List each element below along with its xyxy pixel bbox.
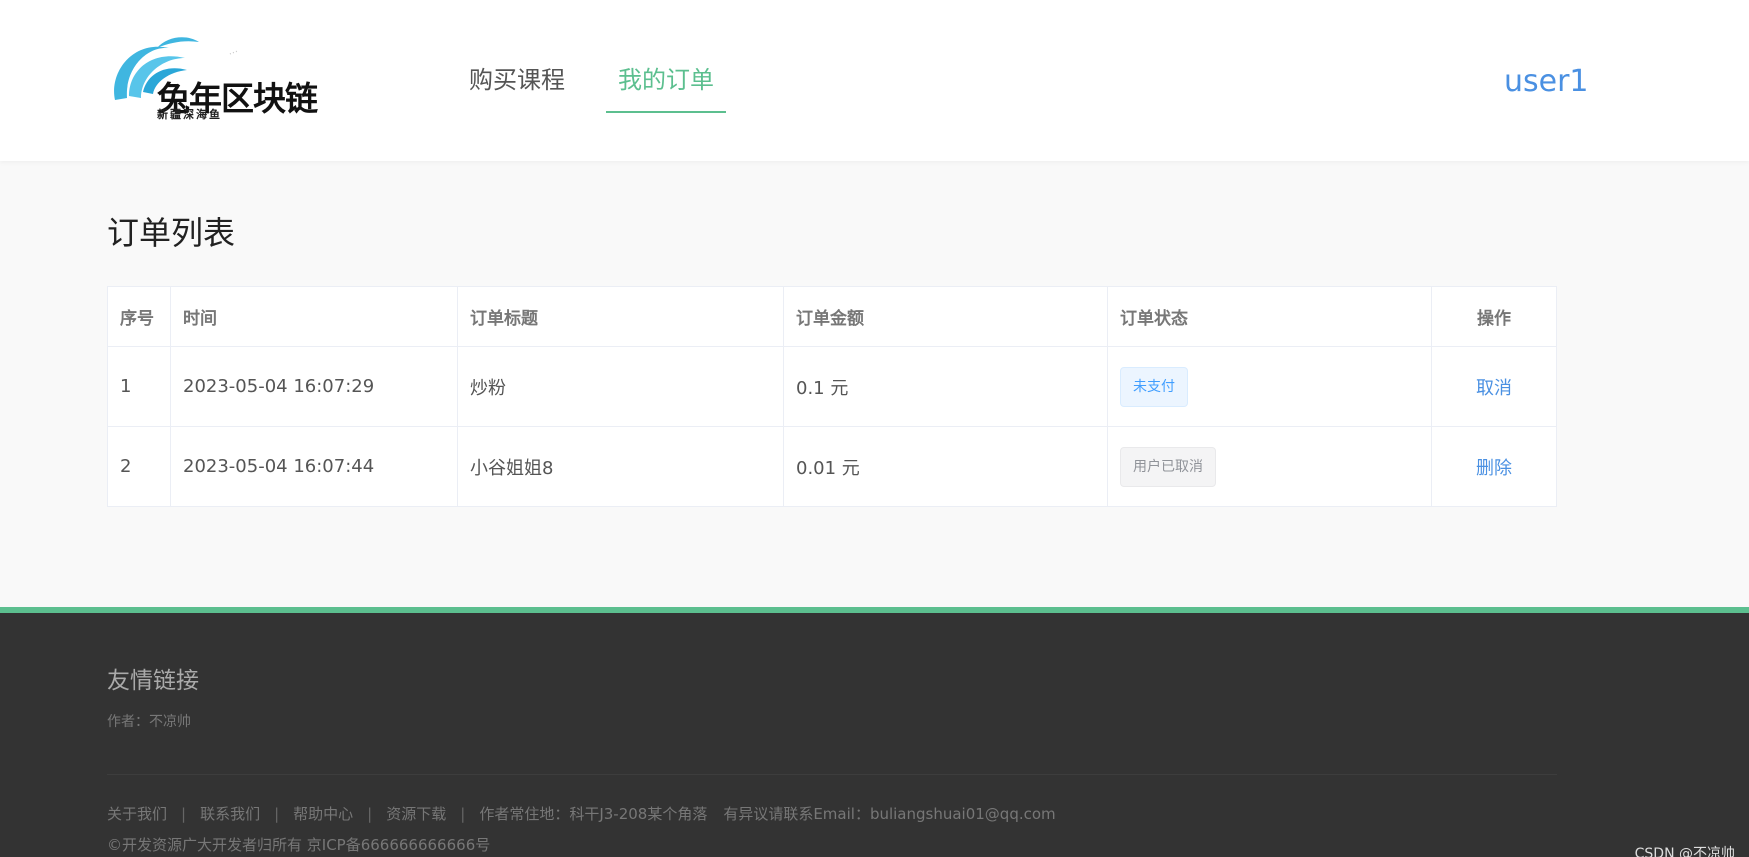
cell-time: 2023-05-04 16:07:44 (170, 426, 458, 507)
orders-table: 序号 时间 订单标题 订单金额 订单状态 操作 1 2023-05-04 16:… (107, 286, 1557, 507)
cell-action: 取消 (1431, 346, 1557, 427)
separator: | (274, 804, 280, 823)
col-status: 订单状态 (1107, 286, 1432, 347)
cell-title: 炒粉 (457, 346, 784, 427)
separator: | (181, 804, 187, 823)
footer-link-about[interactable]: 关于我们 (107, 803, 167, 824)
user-name[interactable]: user1 (1504, 64, 1589, 99)
cell-amount: 0.01 元 (783, 426, 1108, 507)
footer-title: 友情链接 (107, 668, 199, 694)
cancel-order-link[interactable]: 取消 (1476, 378, 1512, 399)
separator: | (460, 804, 466, 823)
status-badge: 用户已取消 (1120, 446, 1216, 487)
separator: | (367, 804, 373, 823)
cell-title: 小谷姐姐8 (457, 426, 784, 507)
footer: 友情链接 作者：不凉帅 关于我们 | 联系我们 | 帮助中心 | 资源下载 | … (0, 607, 1749, 857)
col-amount: 订单金额 (783, 286, 1108, 347)
footer-email: 有异议请联系Email：buliangshuai01@qq.com (723, 805, 1056, 823)
table-row: 2 2023-05-04 16:07:44 小谷姐姐8 0.01 元 用户已取消… (107, 426, 1557, 507)
footer-author: 作者：不凉帅 (107, 714, 191, 730)
cell-action: 删除 (1431, 426, 1557, 507)
footer-divider (107, 774, 1557, 775)
cell-status: 未支付 (1107, 346, 1432, 427)
logo-subtext: 新疆深海鱼 (157, 108, 222, 121)
cell-index: 2 (107, 426, 171, 507)
csdn-watermark: CSDN @不凉帅 (1634, 846, 1735, 857)
footer-link-help[interactable]: 帮助中心 (293, 803, 353, 824)
footer-address: 作者常住地：科干J3-208某个角落 (479, 805, 708, 823)
table-header-row: 序号 时间 订单标题 订单金额 订单状态 操作 (107, 286, 1557, 347)
footer-link-contact[interactable]: 联系我们 (200, 803, 260, 824)
footer-copyright: ©开发资源广大开发者归所有 京ICP备666666666666号 (107, 836, 491, 854)
nav-buy-courses[interactable]: 购买课程 (469, 60, 565, 95)
cell-index: 1 (107, 346, 171, 427)
logo[interactable]: ··· 兔年区块链 新疆深海鱼 (107, 28, 329, 128)
table-row: 1 2023-05-04 16:07:29 炒粉 0.1 元 未支付 取消 (107, 346, 1557, 427)
header: ··· 兔年区块链 新疆深海鱼 购买课程 我的订单 user1 (0, 0, 1749, 161)
col-title: 订单标题 (457, 286, 784, 347)
col-index: 序号 (107, 286, 171, 347)
cell-amount: 0.1 元 (783, 346, 1108, 427)
col-action: 操作 (1431, 286, 1557, 347)
status-badge: 未支付 (1120, 366, 1188, 407)
footer-links: 关于我们 | 联系我们 | 帮助中心 | 资源下载 | 作者常住地：科干J3-2… (107, 803, 1056, 824)
cell-time: 2023-05-04 16:07:29 (170, 346, 458, 427)
page-title: 订单列表 (107, 214, 236, 252)
cell-status: 用户已取消 (1107, 426, 1432, 507)
delete-order-link[interactable]: 删除 (1476, 458, 1512, 479)
footer-link-downloads[interactable]: 资源下载 (386, 803, 446, 824)
col-time: 时间 (170, 286, 458, 347)
nav-my-orders[interactable]: 我的订单 (606, 60, 726, 113)
